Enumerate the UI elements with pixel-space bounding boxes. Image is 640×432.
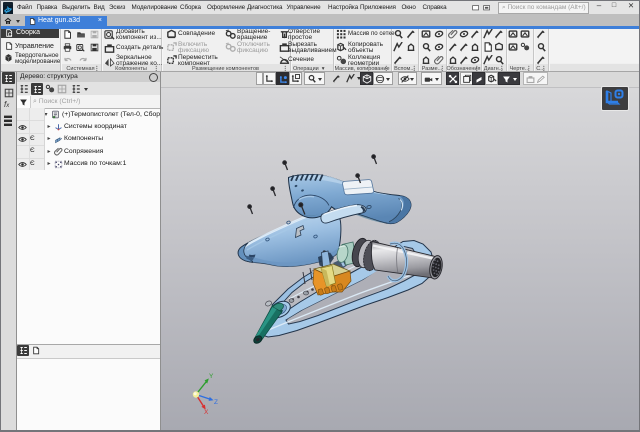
svg-text:Z: Z [214,399,218,406]
svg-text:Y: Y [209,373,214,380]
svg-text:X: X [204,409,209,416]
